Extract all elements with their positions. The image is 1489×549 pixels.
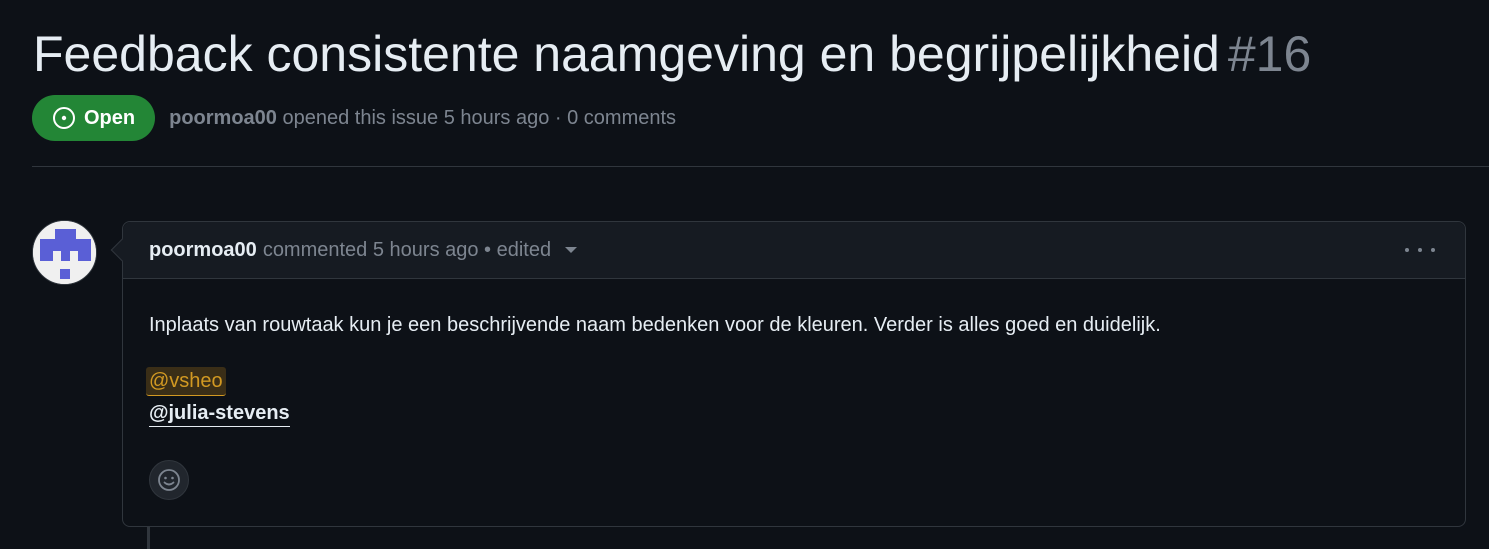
issue-opened-text: opened this issue 5 hours ago · 0 commen…	[282, 106, 677, 129]
identicon-avatar	[33, 221, 96, 284]
comment-author-link[interactable]: poormoa00	[149, 239, 257, 262]
timeline-line	[147, 527, 150, 549]
issue-meta-text: poormoa00 opened this issue 5 hours ago …	[169, 107, 676, 130]
triangle-down-icon[interactable]	[565, 247, 578, 253]
issue-meta: Open poormoa00 opened this issue 5 hours…	[32, 95, 676, 141]
header-divider	[32, 166, 1489, 167]
issue-author-link[interactable]: poormoa00	[169, 107, 277, 129]
comment-body: Inplaats van rouwtaak kun je een beschri…	[123, 279, 1465, 427]
smiley-icon	[158, 469, 180, 491]
comment-menu-button[interactable]	[1405, 240, 1435, 260]
kebab-horizontal-icon	[1405, 248, 1409, 252]
issue-page: Feedback consistente naamgeving en begri…	[0, 0, 1489, 549]
add-reaction-button[interactable]	[149, 460, 189, 500]
issue-title: Feedback consistente naamgeving en begri…	[33, 22, 1311, 86]
issue-number: #16	[1227, 26, 1312, 82]
issue-title-text: Feedback consistente naamgeving en begri…	[33, 26, 1220, 82]
issue-open-icon	[53, 107, 75, 129]
mention-link[interactable]: @julia-stevens	[149, 400, 290, 427]
mention-list: @vsheo @julia-stevens	[146, 367, 1439, 427]
comment-header: poormoa00 commented 5 hours ago • edited	[123, 222, 1465, 279]
avatar[interactable]	[32, 220, 97, 285]
comment-text: Inplaats van rouwtaak kun je een beschri…	[149, 314, 1161, 336]
state-badge: Open	[32, 95, 156, 141]
mention-self-link[interactable]: @vsheo	[146, 367, 226, 396]
comment-box: poormoa00 commented 5 hours ago • edited…	[110, 221, 1466, 527]
state-label: Open	[84, 106, 136, 129]
comment-meta[interactable]: commented 5 hours ago • edited	[263, 239, 551, 262]
